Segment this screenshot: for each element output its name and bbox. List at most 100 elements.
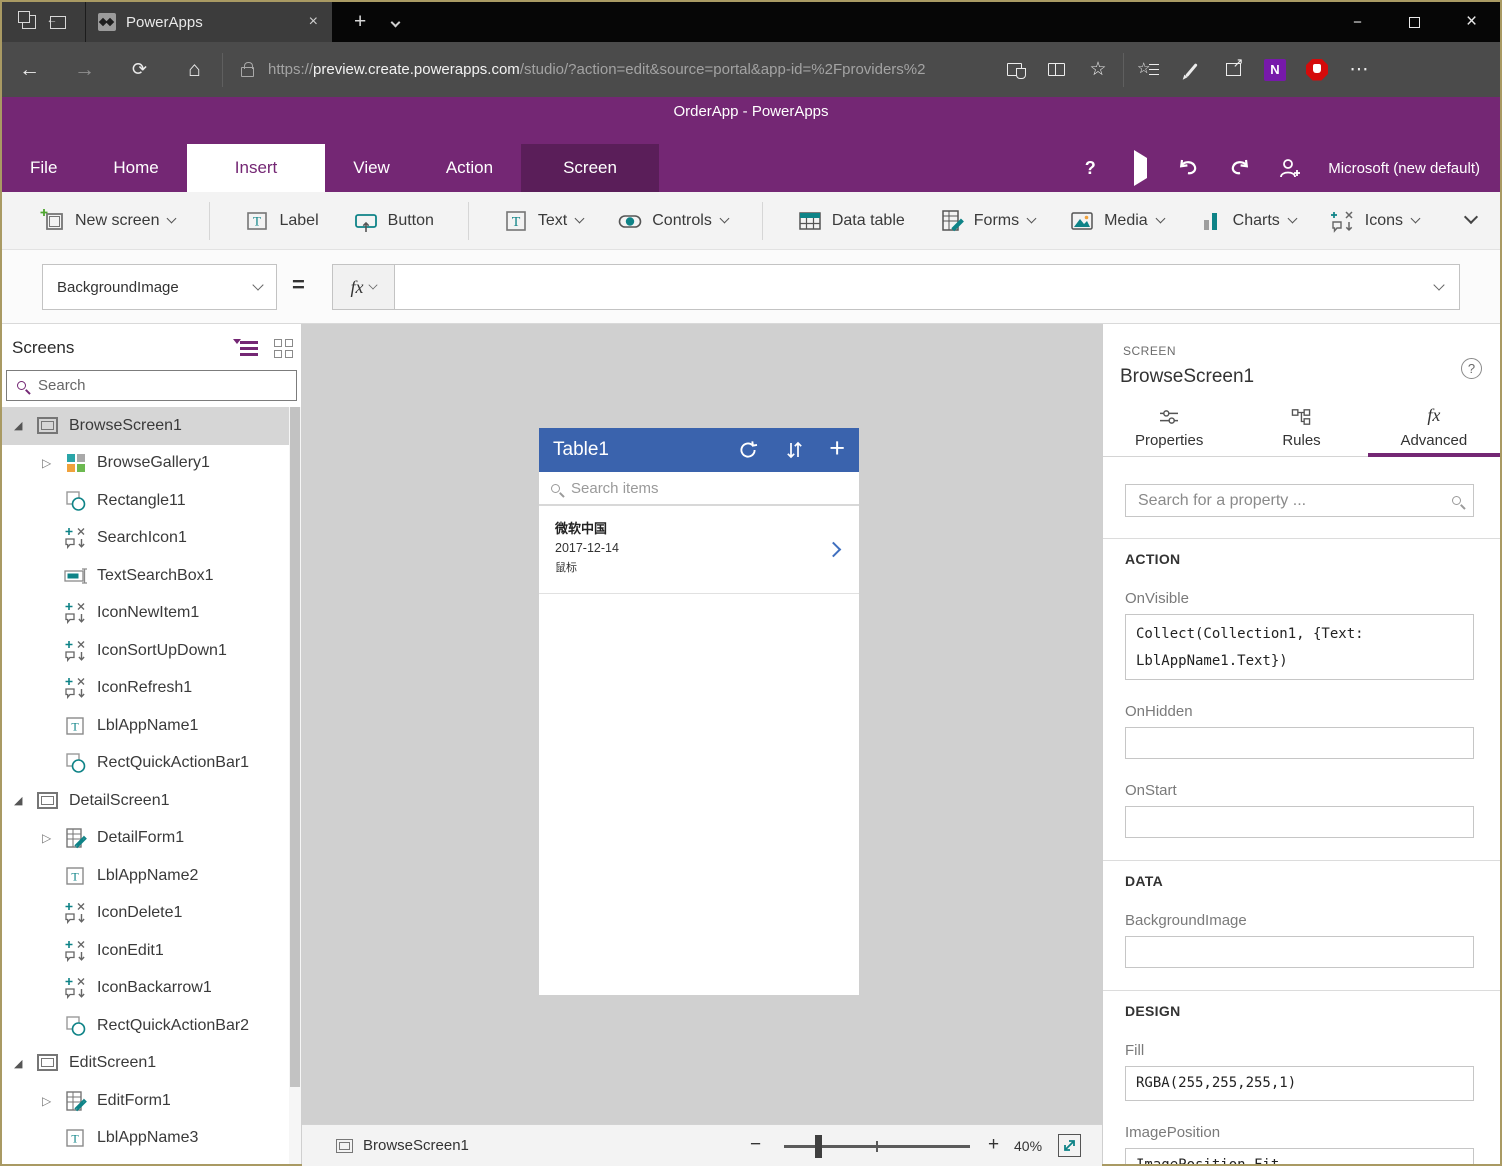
ribbon-icons-button[interactable]: Icons [1330, 208, 1419, 234]
ribbon-button-button[interactable]: Button [353, 208, 434, 234]
window-close-button[interactable]: × [1443, 2, 1500, 42]
browser-tab[interactable]: PowerApps × [86, 2, 332, 42]
tree-item-rectangle11[interactable]: Rectangle11 [2, 482, 301, 520]
expand-triangle-icon[interactable]: ▷ [38, 831, 64, 845]
design-canvas[interactable]: Table1 + Search items 微软中国 2017-12-14 鼠标 [302, 324, 1102, 1124]
home-icon[interactable]: ⌂ [167, 58, 222, 82]
zoom-in-button[interactable]: + [988, 1134, 999, 1156]
tree-item-textsearchbox1[interactable]: TextSearchBox1 [2, 557, 301, 595]
fit-to-window-icon[interactable] [1058, 1134, 1081, 1157]
new-item-plus-icon[interactable]: + [829, 438, 845, 458]
field-input-onstart[interactable] [1125, 806, 1474, 838]
field-input-imageposition[interactable]: ImagePosition.Fit [1125, 1148, 1474, 1164]
panel-help-icon[interactable]: ? [1461, 358, 1482, 379]
tree-item-iconbackarrow1[interactable]: IconBackarrow1 [2, 970, 301, 1008]
ribbon-data-table-button[interactable]: Data table [797, 208, 905, 234]
current-screen-indicator[interactable]: BrowseScreen1 [336, 1137, 469, 1154]
collapse-triangle-icon[interactable]: ◢ [10, 1057, 36, 1070]
tree-item-detailform1[interactable]: ▷DetailForm1 [2, 820, 301, 858]
collapse-ribbon-icon[interactable] [1466, 212, 1476, 222]
undo-icon[interactable] [1178, 159, 1202, 177]
tree-item-lblappname3[interactable]: TLblAppName3 [2, 1120, 301, 1158]
onenote-extension-icon[interactable]: N [1258, 53, 1292, 87]
ribbon-text-button[interactable]: TText [503, 208, 583, 234]
zoom-slider-thumb[interactable] [815, 1135, 822, 1158]
more-actions-icon[interactable]: ⋯ [1342, 53, 1376, 87]
refresh-gallery-icon[interactable] [737, 439, 759, 461]
collapse-triangle-icon[interactable]: ◢ [10, 419, 36, 432]
zoom-out-button[interactable]: − [750, 1134, 761, 1156]
fx-button[interactable]: fx [333, 265, 395, 309]
new-tab-button[interactable]: + [354, 10, 366, 34]
tree-view-icon[interactable] [236, 340, 258, 356]
set-tabs-aside-icon[interactable] [50, 16, 66, 29]
ribbon-label-button[interactable]: TLabel [244, 208, 318, 234]
tree-item-rectquickactionbar2[interactable]: RectQuickActionBar2 [2, 1007, 301, 1045]
tree-item-detailscreen1[interactable]: ◢DetailScreen1 [2, 782, 301, 820]
expand-triangle-icon[interactable]: ▷ [38, 1094, 64, 1108]
ribbon-new-screen-button[interactable]: New screen [40, 208, 175, 234]
ribbon-forms-button[interactable]: Forms [939, 208, 1035, 234]
gallery-search-box[interactable]: Search items [539, 472, 859, 506]
site-permissions-icon[interactable] [997, 53, 1031, 87]
formula-input[interactable] [395, 265, 1459, 309]
field-input-onhidden[interactable] [1125, 727, 1474, 759]
tab-preview-chevron-icon[interactable] [392, 13, 399, 31]
web-note-pen-icon[interactable] [1174, 53, 1208, 87]
account-name[interactable]: Microsoft (new default) [1328, 160, 1480, 177]
tab-close-icon[interactable]: × [305, 13, 322, 31]
menu-home[interactable]: Home [85, 144, 186, 192]
property-search-input[interactable]: Search for a property ... [1125, 484, 1474, 517]
expand-triangle-icon[interactable]: ▷ [38, 456, 64, 470]
menu-action[interactable]: Action [418, 144, 521, 192]
tree-item-iconnewitem1[interactable]: IconNewItem1 [2, 595, 301, 633]
tabs-you-set-aside-icon[interactable] [22, 15, 36, 29]
tree-item-editform1[interactable]: ▷EditForm1 [2, 1082, 301, 1120]
share-user-icon[interactable] [1278, 158, 1302, 178]
tree-item-lblappname1[interactable]: TLblAppName1 [2, 707, 301, 745]
help-icon[interactable]: ? [1078, 158, 1102, 179]
adblock-extension-icon[interactable] [1300, 53, 1334, 87]
tree-item-searchicon1[interactable]: SearchIcon1 [2, 520, 301, 558]
tree-item-icondelete1[interactable]: IconDelete1 [2, 895, 301, 933]
refresh-icon[interactable]: ⟳ [112, 59, 167, 80]
field-input-backgroundimage[interactable] [1125, 936, 1474, 968]
tree-item-lblappname2[interactable]: TLblAppName2 [2, 857, 301, 895]
tree-scrollbar[interactable] [289, 407, 301, 1164]
favorites-star-icon[interactable]: ☆ [1081, 53, 1115, 87]
property-dropdown[interactable]: BackgroundImage [42, 264, 277, 310]
screen-preview[interactable]: Table1 + Search items 微软中国 2017-12-14 鼠标 [539, 428, 859, 995]
tree-item-iconsortupdown1[interactable]: IconSortUpDown1 [2, 632, 301, 670]
scrollbar-thumb[interactable] [290, 407, 300, 1087]
forward-icon[interactable]: → [57, 58, 112, 82]
field-input-onvisible[interactable]: Collect(Collection1, {Text: LblAppName1.… [1125, 614, 1474, 680]
tab-advanced[interactable]: fx Advanced [1368, 408, 1500, 456]
thumbnail-view-icon[interactable] [274, 339, 293, 358]
tree-item-editscreen1[interactable]: ◢EditScreen1 [2, 1045, 301, 1083]
menu-screen[interactable]: Screen [521, 144, 659, 192]
menu-insert[interactable]: Insert [187, 144, 326, 192]
window-minimize-button[interactable]: − [1329, 2, 1386, 42]
sort-icon[interactable] [785, 439, 803, 461]
tree-item-iconedit1[interactable]: IconEdit1 [2, 932, 301, 970]
menu-file[interactable]: File [2, 144, 85, 192]
share-icon[interactable] [1216, 53, 1250, 87]
field-input-fill[interactable]: RGBA(255,255,255,1) [1125, 1066, 1474, 1101]
collapse-triangle-icon[interactable]: ◢ [10, 794, 36, 807]
menu-view[interactable]: View [325, 144, 418, 192]
hub-icon[interactable] [1132, 53, 1166, 87]
reading-view-icon[interactable] [1039, 53, 1073, 87]
tab-properties[interactable]: Properties [1103, 408, 1235, 456]
tree-item-browsescreen1[interactable]: ◢BrowseScreen1 [2, 407, 301, 445]
expand-formula-chevron-icon[interactable] [1433, 279, 1444, 290]
tree-item-iconrefresh1[interactable]: IconRefresh1 [2, 670, 301, 708]
screens-search-input[interactable]: Search [6, 370, 297, 401]
tab-rules[interactable]: Rules [1235, 408, 1367, 456]
ribbon-charts-button[interactable]: Charts [1198, 208, 1296, 234]
gallery-item[interactable]: 微软中国 2017-12-14 鼠标 [539, 506, 859, 594]
tree-item-rectquickactionbar1[interactable]: RectQuickActionBar1 [2, 745, 301, 783]
preview-play-icon[interactable] [1128, 158, 1152, 179]
back-icon[interactable]: ← [2, 58, 57, 82]
tree-item[interactable] [2, 1157, 301, 1164]
ribbon-controls-button[interactable]: Controls [617, 208, 728, 234]
